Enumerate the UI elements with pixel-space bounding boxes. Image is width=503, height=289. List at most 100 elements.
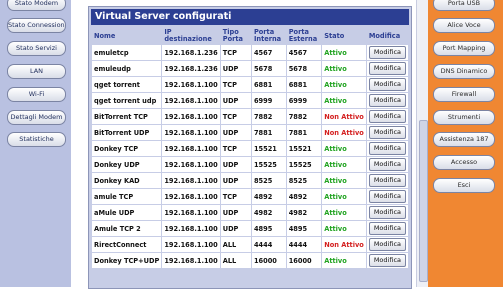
virtual-server-table: Nome IP destinazione Tipo Porta Porta In… xyxy=(91,27,409,269)
cell-porta-esterna: 6881 xyxy=(286,77,322,92)
cell-modifica: Modifica xyxy=(366,173,408,188)
table-row: Donkey TCP+UDP 192.168.1.100 ALL 16000 16000… xyxy=(92,253,408,268)
cell-stato: Attivo xyxy=(322,61,366,76)
cell-porta-interna: 4444 xyxy=(251,237,286,252)
cell-ip: 192.168.1.100 xyxy=(162,189,220,204)
modifica-button[interactable]: Modifica xyxy=(368,78,406,91)
col-tipo: Tipo Porta xyxy=(220,28,251,44)
cell-stato: Attivo xyxy=(322,141,366,156)
cell-stato: Attivo xyxy=(322,157,366,172)
nav-stato-modem-button[interactable]: Stato Modem xyxy=(7,0,66,11)
table-row: Donkey UDP 192.168.1.100 UDP 15525 15525 Atti… xyxy=(92,157,408,172)
cell-ip: 192.168.1.100 xyxy=(162,125,220,140)
cell-tipo: UDP xyxy=(220,61,251,76)
modifica-button[interactable]: Modifica xyxy=(368,206,406,219)
nav-strumenti-button[interactable]: Strumenti xyxy=(433,110,495,125)
modifica-button[interactable]: Modifica xyxy=(368,62,406,75)
cell-nome: emuletcp xyxy=(92,45,162,60)
cell-nome: emuleudp xyxy=(92,61,162,76)
nav-wifi-button[interactable]: Wi-Fi xyxy=(7,87,66,102)
modifica-button[interactable]: Modifica xyxy=(368,254,406,267)
table-row: emuleudp 192.168.1.236 UDP 5678 5678 Attivo Mo… xyxy=(92,61,408,76)
cell-modifica: Modifica xyxy=(366,45,408,60)
cell-modifica: Modifica xyxy=(366,237,408,252)
table-row: Amule TCP 2 192.168.1.100 UDP 4895 4895 Attiv… xyxy=(92,221,408,236)
cell-stato: Attivo xyxy=(322,253,366,268)
col-porta-esterna: Porta Esterna xyxy=(286,28,322,44)
cell-ip: 192.168.1.100 xyxy=(162,93,220,108)
cell-porta-interna: 8525 xyxy=(251,173,286,188)
cell-modifica: Modifica xyxy=(366,61,408,76)
cell-tipo: UDP xyxy=(220,157,251,172)
right-sidebar: Porta USB Alice Voce Port Mapping DNS Di… xyxy=(428,0,503,287)
modifica-button[interactable]: Modifica xyxy=(368,190,406,203)
table-row: qget torrent 192.168.1.100 TCP 6881 6881 Atti… xyxy=(92,77,408,92)
modifica-button[interactable]: Modifica xyxy=(368,174,406,187)
cell-porta-esterna: 16000 xyxy=(286,253,322,268)
panel-title: Virtual Server configurati xyxy=(91,9,409,25)
scroll-thumb[interactable] xyxy=(419,120,428,282)
modifica-button[interactable]: Modifica xyxy=(368,94,406,107)
table-row: aMule UDP 192.168.1.100 UDP 4982 4982 Attivo M… xyxy=(92,205,408,220)
modifica-button[interactable]: Modifica xyxy=(368,238,406,251)
table-row: emuletcp 192.168.1.236 TCP 4567 4567 Attivo Mo… xyxy=(92,45,408,60)
nav-dns-dinamico-button[interactable]: DNS Dinamico xyxy=(433,64,495,79)
cell-nome: RirectConnect xyxy=(92,237,162,252)
cell-porta-interna: 16000 xyxy=(251,253,286,268)
nav-statistiche-button[interactable]: Statistiche xyxy=(7,132,66,147)
cell-modifica: Modifica xyxy=(366,157,408,172)
cell-tipo: UDP xyxy=(220,221,251,236)
cell-nome: Donkey KAD xyxy=(92,173,162,188)
cell-ip: 192.168.1.100 xyxy=(162,141,220,156)
cell-tipo: UDP xyxy=(220,125,251,140)
modifica-button[interactable]: Modifica xyxy=(368,222,406,235)
cell-porta-esterna: 4895 xyxy=(286,221,322,236)
table-row: Donkey TCP 192.168.1.100 TCP 15521 15521 Atti… xyxy=(92,141,408,156)
cell-porta-interna: 5678 xyxy=(251,61,286,76)
nav-stato-connessione-button[interactable]: Stato Connessione xyxy=(7,18,66,33)
cell-ip: 192.168.1.100 xyxy=(162,173,220,188)
nav-esci-button[interactable]: Esci xyxy=(433,178,495,193)
nav-assistenza-button[interactable]: Assistenza 187 xyxy=(433,132,495,147)
nav-accesso-button[interactable]: Accesso xyxy=(433,155,495,170)
nav-port-mapping-button[interactable]: Port Mapping xyxy=(433,41,495,56)
cell-stato: Attivo xyxy=(322,189,366,204)
nav-alice-voce-button[interactable]: Alice Voce xyxy=(433,18,495,33)
cell-modifica: Modifica xyxy=(366,189,408,204)
table-row: qget torrent udp 192.168.1.100 UDP 6999 6999… xyxy=(92,93,408,108)
cell-modifica: Modifica xyxy=(366,253,408,268)
cell-porta-esterna: 4444 xyxy=(286,237,322,252)
cell-nome: amule TCP xyxy=(92,189,162,204)
modifica-button[interactable]: Modifica xyxy=(368,126,406,139)
cell-modifica: Modifica xyxy=(366,93,408,108)
nav-porta-usb-button[interactable]: Porta USB xyxy=(433,0,495,11)
cell-porta-esterna: 7881 xyxy=(286,125,322,140)
modifica-button[interactable]: Modifica xyxy=(368,46,406,59)
table-row: BitTorrent TCP 192.168.1.100 TCP 7882 7882 No… xyxy=(92,109,408,124)
cell-porta-esterna: 15525 xyxy=(286,157,322,172)
modifica-button[interactable]: Modifica xyxy=(368,142,406,155)
nav-firewall-button[interactable]: Firewall xyxy=(433,87,495,102)
nav-lan-button[interactable]: LAN xyxy=(7,64,66,79)
modifica-button[interactable]: Modifica xyxy=(368,158,406,171)
modifica-button[interactable]: Modifica xyxy=(368,110,406,123)
cell-tipo: TCP xyxy=(220,109,251,124)
cell-nome: aMule UDP xyxy=(92,205,162,220)
nav-dettagli-modem-button[interactable]: Dettagli Modem xyxy=(7,110,66,125)
cell-ip: 192.168.1.100 xyxy=(162,221,220,236)
cell-ip: 192.168.1.100 xyxy=(162,77,220,92)
cell-stato: Attivo xyxy=(322,93,366,108)
nav-stato-servizi-button[interactable]: Stato Servizi xyxy=(7,41,66,56)
cell-nome: qget torrent udp xyxy=(92,93,162,108)
col-nome: Nome xyxy=(92,28,162,44)
cell-ip: 192.168.1.100 xyxy=(162,205,220,220)
cell-stato: Non Attivo xyxy=(322,109,366,124)
cell-nome: BitTorrent UDP xyxy=(92,125,162,140)
cell-porta-esterna: 5678 xyxy=(286,61,322,76)
cell-modifica: Modifica xyxy=(366,221,408,236)
cell-porta-esterna: 8525 xyxy=(286,173,322,188)
table-row: Donkey KAD 192.168.1.100 UDP 8525 8525 Attivo… xyxy=(92,173,408,188)
col-stato: Stato xyxy=(322,28,366,44)
cell-nome: qget torrent xyxy=(92,77,162,92)
cell-nome: Amule TCP 2 xyxy=(92,221,162,236)
